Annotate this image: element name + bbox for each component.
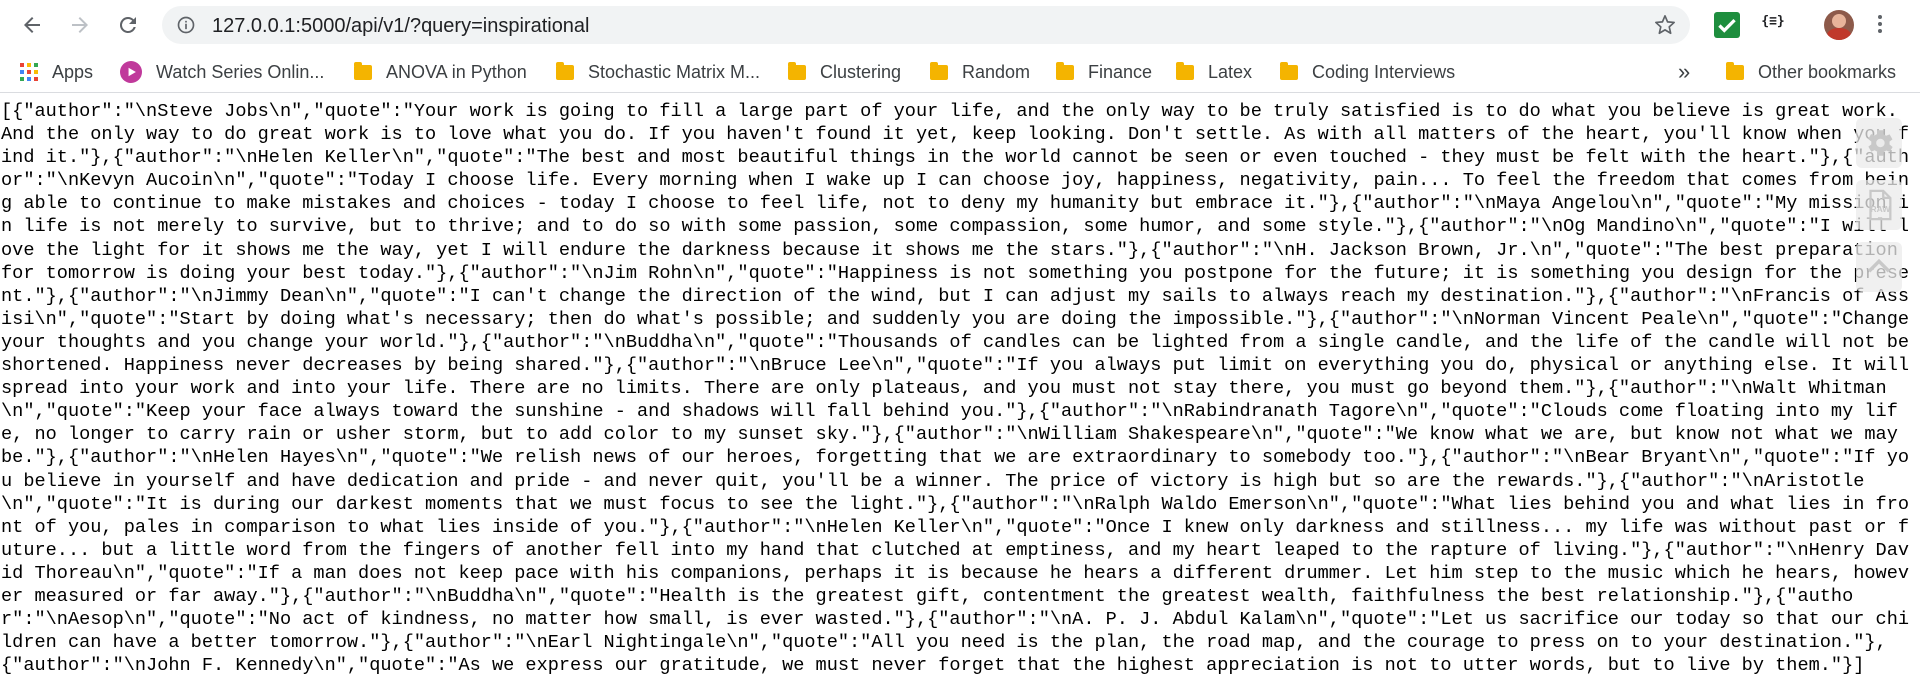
raw-file-icon: RAW	[1869, 189, 1892, 221]
folder-icon	[556, 61, 574, 80]
folder-icon	[1280, 61, 1298, 80]
bookmark-label: Clustering	[820, 61, 902, 82]
bookmarks-overflow-button[interactable]: »	[1678, 59, 1691, 84]
checkmark-extension-icon[interactable]	[1714, 12, 1740, 38]
json-viewer-extension-icon[interactable]: {≡}	[1758, 14, 1788, 36]
collapse-button[interactable]	[1856, 242, 1902, 292]
profile-avatar[interactable]	[1824, 10, 1854, 40]
address-bar[interactable]: 127.0.0.1:5000/api/v1/?query=inspiration…	[162, 6, 1690, 44]
page-content: [{"author":"\nSteve Jobs\n","quote":"You…	[0, 100, 1920, 685]
bookmark-label: Random	[962, 61, 1031, 82]
bookmark-label: Coding Interviews	[1312, 61, 1456, 82]
forward-icon	[72, 17, 88, 33]
gear-icon	[1868, 130, 1893, 156]
back-button[interactable]	[16, 9, 48, 41]
apps-grid-icon	[20, 63, 38, 81]
bookmark-label: Stochastic Matrix M...	[588, 61, 761, 82]
bookmark-apps[interactable]: Apps	[20, 60, 93, 84]
info-icon[interactable]	[176, 15, 196, 35]
bookmark-coding-interviews[interactable]: Coding Interviews	[1280, 60, 1455, 84]
bookmark-latex[interactable]: Latex	[1176, 60, 1252, 84]
play-circle-icon	[120, 61, 142, 83]
bookmark-clustering[interactable]: Clustering	[788, 60, 901, 84]
json-response-text: [{"author":"\nSteve Jobs\n","quote":"You…	[1, 101, 1920, 677]
bookmark-label: ANOVA in Python	[386, 61, 527, 82]
url-text[interactable]: 127.0.0.1:5000/api/v1/?query=inspiration…	[212, 15, 590, 38]
bookmark-other-bookmarks[interactable]: Other bookmarks	[1726, 60, 1896, 84]
folder-icon	[1056, 61, 1074, 80]
bookmark-label: Finance	[1088, 61, 1153, 82]
bookmarks-bar: Apps Watch Series Onlin... ANOVA in Pyth…	[0, 52, 1920, 93]
reload-button[interactable]	[112, 9, 144, 41]
folder-icon	[354, 61, 372, 80]
bookmark-label: Apps	[52, 61, 94, 82]
folder-icon	[788, 61, 806, 80]
bookmark-random[interactable]: Random	[930, 60, 1030, 84]
folder-icon	[1726, 61, 1744, 80]
overflow-chevron-icon: »	[1678, 59, 1691, 84]
json-viewer-side-panel: RAW	[1856, 118, 1908, 304]
raw-view-button[interactable]: RAW	[1856, 180, 1902, 230]
back-icon	[24, 17, 40, 33]
reload-icon	[119, 16, 136, 33]
bookmark-label: Other bookmarks	[1758, 61, 1897, 82]
raw-label: RAW	[1870, 204, 1891, 214]
bookmark-anova[interactable]: ANOVA in Python	[354, 60, 527, 84]
bookmark-finance[interactable]: Finance	[1056, 60, 1152, 84]
star-icon[interactable]	[1654, 14, 1676, 36]
forward-button[interactable]	[64, 9, 96, 41]
bookmark-label: Latex	[1208, 61, 1253, 82]
bookmark-label: Watch Series Onlin...	[156, 61, 325, 82]
browser-toolbar: 127.0.0.1:5000/api/v1/?query=inspiration…	[0, 0, 1920, 50]
bookmark-stochastic[interactable]: Stochastic Matrix M...	[556, 60, 760, 84]
settings-button[interactable]	[1856, 118, 1902, 168]
chevron-up-icon	[1867, 258, 1891, 273]
folder-icon	[1176, 61, 1194, 80]
bookmark-watch-series[interactable]: Watch Series Onlin...	[120, 60, 324, 84]
menu-icon[interactable]	[1868, 12, 1892, 38]
folder-icon	[930, 61, 948, 80]
